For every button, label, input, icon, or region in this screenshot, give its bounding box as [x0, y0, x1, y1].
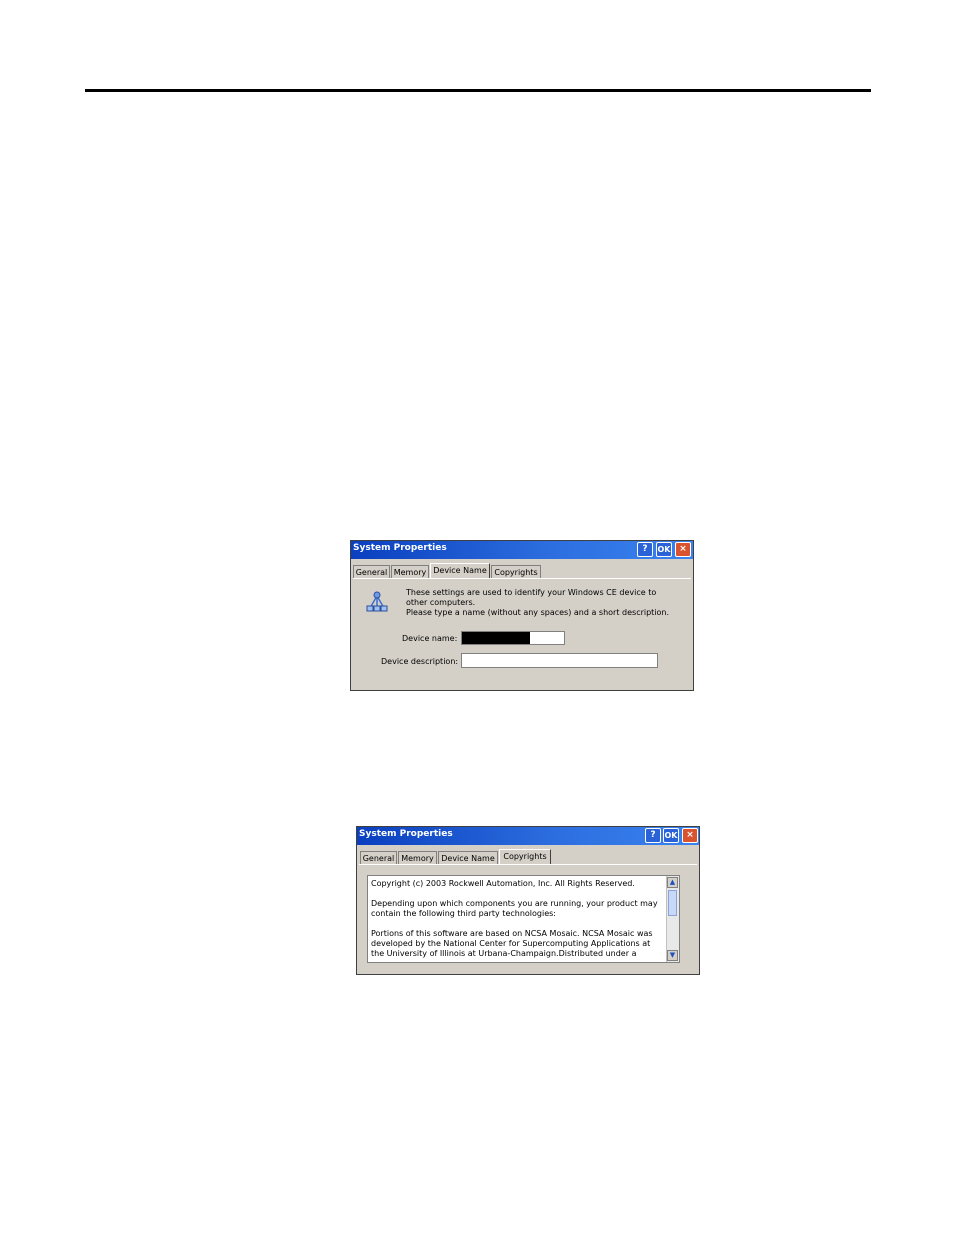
copyright-line-1: Copyright (c) 2003 Rockwell Automation, … — [371, 879, 635, 888]
tab-copyrights[interactable]: Copyrights — [491, 565, 541, 578]
help-button[interactable]: ? — [645, 828, 661, 843]
tab-divider — [353, 578, 691, 579]
scroll-up-arrow-icon[interactable]: ▲ — [667, 877, 678, 888]
tab-device-name[interactable]: Device Name — [438, 851, 498, 864]
ok-button[interactable]: OK — [656, 542, 672, 557]
tab-copyrights[interactable]: Copyrights — [499, 849, 551, 865]
close-button[interactable]: × — [682, 828, 698, 843]
system-properties-dialog-device-name: System Properties ? OK × General Memory … — [350, 540, 694, 691]
description-line-2: other computers. — [406, 598, 476, 607]
copyright-line-8: the University of Illinois at Urbana-Cha… — [371, 949, 637, 958]
dialog-title: System Properties — [353, 543, 447, 553]
device-description-field[interactable] — [461, 653, 658, 668]
help-button[interactable]: ? — [637, 542, 653, 557]
system-properties-dialog-copyrights: System Properties ? OK × General Memory … — [356, 826, 700, 975]
description-line-3: Please type a name (without any spaces) … — [406, 608, 670, 617]
tab-memory[interactable]: Memory — [391, 565, 429, 578]
scroll-thumb[interactable] — [668, 890, 677, 916]
device-name-field[interactable] — [461, 631, 565, 645]
tab-memory[interactable]: Memory — [398, 851, 437, 864]
tab-general[interactable]: General — [353, 565, 390, 578]
dialog-title: System Properties — [359, 829, 453, 839]
device-description-label: Device description: — [381, 657, 459, 666]
ok-button[interactable]: OK — [663, 828, 679, 843]
tab-general[interactable]: General — [360, 851, 397, 864]
copyright-line-7: developed by the National Center for Sup… — [371, 939, 651, 948]
device-name-redaction — [462, 632, 530, 644]
vertical-scrollbar[interactable]: ▲ ▼ — [666, 876, 679, 962]
page-header-rule — [85, 89, 871, 92]
copyright-text-box[interactable]: Copyright (c) 2003 Rockwell Automation, … — [367, 875, 680, 963]
close-button[interactable]: × — [675, 542, 691, 557]
copyright-line-6: Portions of this software are based on N… — [371, 929, 653, 938]
title-bar: System Properties ? OK × — [351, 541, 693, 559]
copyright-line-4: contain the following third party techno… — [371, 909, 556, 918]
title-bar: System Properties ? OK × — [357, 827, 699, 845]
network-computers-icon — [365, 591, 389, 615]
scroll-down-arrow-icon[interactable]: ▼ — [667, 950, 678, 961]
device-name-label: Device name: — [402, 634, 458, 643]
copyright-line-3: Depending upon which components you are … — [371, 899, 658, 908]
tab-device-name[interactable]: Device Name — [430, 563, 490, 579]
tab-divider — [359, 864, 697, 865]
description-line-1: These settings are used to identify your… — [406, 588, 657, 597]
